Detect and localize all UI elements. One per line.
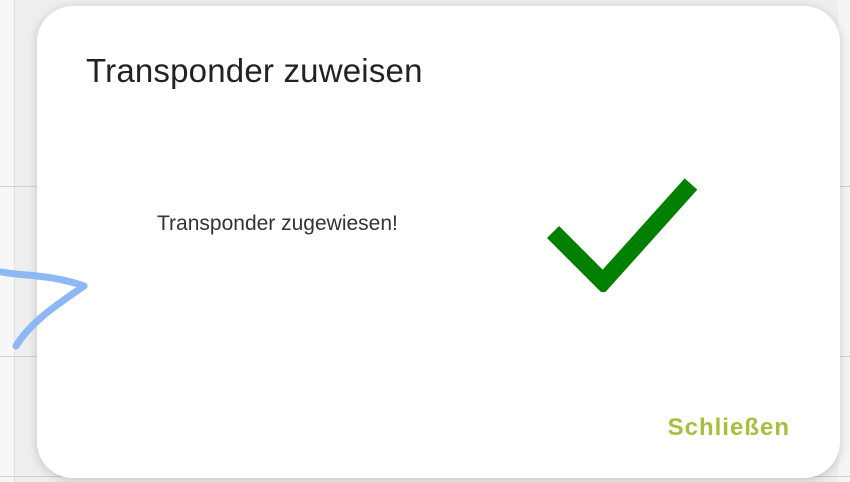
close-button[interactable]: Schließen [666,410,792,446]
check-icon [547,178,697,292]
background-panel-left [0,0,15,482]
dialog-title: Transponder zuweisen [86,52,423,89]
arrow-icon [0,268,88,350]
page-backdrop: Transponder zuweisen Transponder zugewie… [0,0,850,482]
success-message: Transponder zugewiesen! [157,212,398,235]
assign-transponder-dialog: Transponder zuweisen Transponder zugewie… [37,6,840,478]
